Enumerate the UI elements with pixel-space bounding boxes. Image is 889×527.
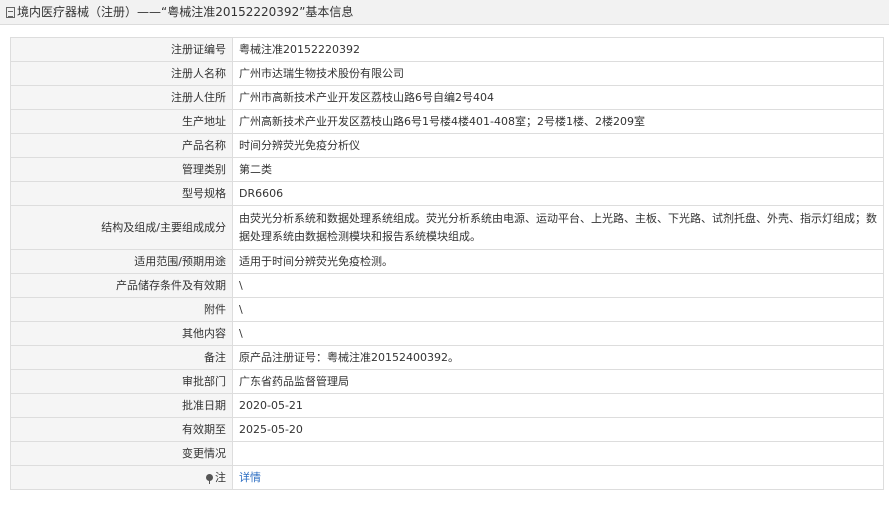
table-row: 注 详情 [10, 465, 884, 490]
table-row: 适用范围/预期用途 适用于时间分辨荧光免疫检测。 [10, 249, 884, 274]
row-value: DR6606 [232, 181, 884, 206]
row-value: \ [232, 321, 884, 346]
page-header: 境内医疗器械（注册）——“粤械注准20152220392”基本信息 [0, 0, 889, 25]
row-value [232, 441, 884, 466]
table-row: 变更情况 [10, 441, 884, 466]
row-label: 产品名称 [10, 133, 233, 158]
row-label: 生产地址 [10, 109, 233, 134]
pin-icon [206, 473, 213, 484]
info-table: 注册证编号 粤械注准20152220392 注册人名称 广州市达瑞生物技术股份有… [10, 37, 884, 490]
row-label: 型号规格 [10, 181, 233, 206]
note-label-cell: 注 [10, 465, 233, 490]
note-label: 注 [215, 470, 226, 484]
row-label: 管理类别 [10, 157, 233, 182]
row-label: 变更情况 [10, 441, 233, 466]
row-value: 2020-05-21 [232, 393, 884, 418]
table-row: 结构及组成/主要组成成分 由荧光分析系统和数据处理系统组成。荧光分析系统由电源、… [10, 205, 884, 250]
table-row: 注册人名称 广州市达瑞生物技术股份有限公司 [10, 61, 884, 86]
note-value-cell: 详情 [232, 465, 884, 490]
row-value: 广州市高新技术产业开发区荔枝山路6号自编2号404 [232, 85, 884, 110]
row-value: \ [232, 297, 884, 322]
table-row: 批准日期 2020-05-21 [10, 393, 884, 418]
row-value: 适用于时间分辨荧光免疫检测。 [232, 249, 884, 274]
table-row: 注册证编号 粤械注准20152220392 [10, 37, 884, 62]
row-value: 广东省药品监督管理局 [232, 369, 884, 394]
table-row: 生产地址 广州高新技术产业开发区荔枝山路6号1号楼4楼401-408室；2号楼1… [10, 109, 884, 134]
table-row: 其他内容 \ [10, 321, 884, 346]
row-label: 注册人住所 [10, 85, 233, 110]
row-value: 广州高新技术产业开发区荔枝山路6号1号楼4楼401-408室；2号楼1楼、2楼2… [232, 109, 884, 134]
row-label: 备注 [10, 345, 233, 370]
row-label: 注册人名称 [10, 61, 233, 86]
row-value: 第二类 [232, 157, 884, 182]
row-value: 原产品注册证号：粤械注准20152400392。 [232, 345, 884, 370]
table-row: 附件 \ [10, 297, 884, 322]
row-value: 由荧光分析系统和数据处理系统组成。荧光分析系统由电源、运动平台、上光路、主板、下… [232, 205, 884, 250]
table-row: 注册人住所 广州市高新技术产业开发区荔枝山路6号自编2号404 [10, 85, 884, 110]
row-label: 批准日期 [10, 393, 233, 418]
row-label: 附件 [10, 297, 233, 322]
table-row: 有效期至 2025-05-20 [10, 417, 884, 442]
detail-link[interactable]: 详情 [239, 471, 261, 484]
row-value: 2025-05-20 [232, 417, 884, 442]
row-label: 注册证编号 [10, 37, 233, 62]
row-value: 粤械注准20152220392 [232, 37, 884, 62]
document-icon [6, 7, 15, 18]
row-label: 审批部门 [10, 369, 233, 394]
table-row: 产品储存条件及有效期 \ [10, 273, 884, 298]
table-row: 产品名称 时间分辨荧光免疫分析仪 [10, 133, 884, 158]
row-value: 时间分辨荧光免疫分析仪 [232, 133, 884, 158]
row-value: \ [232, 273, 884, 298]
table-row: 审批部门 广东省药品监督管理局 [10, 369, 884, 394]
row-value: 广州市达瑞生物技术股份有限公司 [232, 61, 884, 86]
table-row: 管理类别 第二类 [10, 157, 884, 182]
row-label: 产品储存条件及有效期 [10, 273, 233, 298]
row-label: 其他内容 [10, 321, 233, 346]
table-row: 型号规格 DR6606 [10, 181, 884, 206]
table-row: 备注 原产品注册证号：粤械注准20152400392。 [10, 345, 884, 370]
row-label: 适用范围/预期用途 [10, 249, 233, 274]
page-title: 境内医疗器械（注册）——“粤械注准20152220392”基本信息 [17, 5, 354, 19]
row-label: 结构及组成/主要组成成分 [10, 205, 233, 250]
row-label: 有效期至 [10, 417, 233, 442]
